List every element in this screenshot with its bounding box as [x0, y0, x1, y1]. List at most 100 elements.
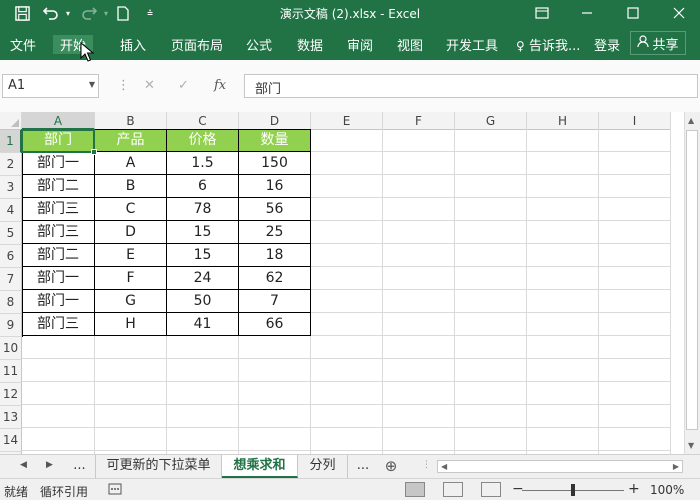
scroll-down-icon[interactable]: ▼	[688, 441, 694, 450]
empty-cell[interactable]	[383, 405, 455, 428]
empty-cell[interactable]	[527, 313, 599, 336]
table-cell[interactable]: 24	[167, 267, 239, 290]
zoom-out-button[interactable]: −	[512, 481, 524, 497]
table-cell[interactable]: 部门一	[22, 152, 95, 175]
empty-cell[interactable]	[239, 428, 311, 451]
empty-cell[interactable]	[455, 336, 527, 359]
column-header-e[interactable]: E	[311, 112, 383, 130]
empty-cell[interactable]	[527, 244, 599, 267]
empty-cell[interactable]	[95, 428, 167, 451]
empty-cell[interactable]	[599, 382, 671, 405]
empty-cell[interactable]	[239, 336, 311, 359]
tab-developer[interactable]: 开发工具	[446, 35, 498, 54]
tab-data[interactable]: 数据	[297, 35, 323, 54]
redo-icon[interactable]	[78, 4, 100, 22]
table-cell[interactable]: D	[95, 221, 167, 244]
empty-cell[interactable]	[527, 267, 599, 290]
table-cell[interactable]: 7	[239, 290, 311, 313]
column-header-f[interactable]: F	[383, 112, 455, 130]
table-cell[interactable]: H	[95, 313, 167, 336]
table-cell[interactable]: B	[95, 175, 167, 198]
sheet-tab-dropdown-menu[interactable]: 可更新的下拉菜单	[96, 455, 222, 478]
empty-cell[interactable]	[455, 152, 527, 175]
empty-cell[interactable]	[167, 428, 239, 451]
scroll-up-icon[interactable]: ▲	[688, 116, 694, 125]
column-header-c[interactable]: C	[167, 112, 239, 130]
empty-cell[interactable]	[383, 359, 455, 382]
empty-cell[interactable]	[527, 336, 599, 359]
row-header-12[interactable]: 12	[0, 383, 22, 406]
undo-icon[interactable]	[40, 4, 62, 22]
row-header-10[interactable]: 10	[0, 337, 22, 360]
empty-cell[interactable]	[455, 244, 527, 267]
column-header-a[interactable]: A	[22, 112, 95, 130]
row-header-5[interactable]: 5	[0, 222, 22, 245]
empty-cell[interactable]	[167, 382, 239, 405]
table-cell[interactable]: 部门三	[22, 313, 95, 336]
empty-cell[interactable]	[311, 221, 383, 244]
empty-cell[interactable]	[455, 175, 527, 198]
table-cell[interactable]: E	[95, 244, 167, 267]
table-cell[interactable]: 部门二	[22, 244, 95, 267]
row-header-11[interactable]: 11	[0, 360, 22, 383]
insert-function-icon[interactable]: fx	[214, 78, 226, 93]
empty-cell[interactable]	[22, 428, 95, 451]
empty-cell[interactable]	[599, 290, 671, 313]
empty-cell[interactable]	[311, 267, 383, 290]
row-header-13[interactable]: 13	[0, 406, 22, 429]
worksheet-grid[interactable]: ABCDEFGHI 123456789101112131415 部门产品价格数量…	[0, 112, 684, 454]
new-file-icon[interactable]	[114, 4, 132, 22]
empty-cell[interactable]	[383, 129, 455, 152]
add-sheet-icon[interactable]: ⊕	[380, 455, 402, 478]
scroll-right-icon[interactable]: ▶	[673, 462, 679, 471]
empty-cell[interactable]	[311, 405, 383, 428]
empty-cell[interactable]	[455, 290, 527, 313]
table-cell[interactable]: 56	[239, 198, 311, 221]
table-cell[interactable]: 1.5	[167, 152, 239, 175]
column-header-i[interactable]: I	[599, 112, 671, 130]
table-cell[interactable]: C	[95, 198, 167, 221]
empty-cell[interactable]	[95, 405, 167, 428]
empty-cell[interactable]	[455, 221, 527, 244]
sheet-tabs-more-left[interactable]: ...	[64, 455, 96, 478]
empty-cell[interactable]	[311, 290, 383, 313]
empty-cell[interactable]	[311, 382, 383, 405]
empty-cell[interactable]	[455, 313, 527, 336]
empty-cell[interactable]	[311, 428, 383, 451]
empty-cell[interactable]	[527, 382, 599, 405]
sheet-tab-multiply-sum[interactable]: 想乘求和	[222, 455, 298, 478]
row-header-8[interactable]: 8	[0, 291, 22, 314]
share-button[interactable]: 共享	[630, 31, 686, 55]
close-icon[interactable]	[664, 2, 694, 24]
customize-icon[interactable]: ⩮	[143, 4, 157, 22]
empty-cell[interactable]	[22, 405, 95, 428]
tab-page-layout[interactable]: 页面布局	[171, 35, 223, 54]
name-box[interactable]: A1 ▼	[2, 74, 99, 98]
tab-view[interactable]: 视图	[397, 35, 423, 54]
row-header-2[interactable]: 2	[0, 153, 22, 176]
empty-cell[interactable]	[455, 382, 527, 405]
empty-cell[interactable]	[527, 359, 599, 382]
empty-cell[interactable]	[167, 405, 239, 428]
empty-cell[interactable]	[95, 382, 167, 405]
table-cell[interactable]: A	[95, 152, 167, 175]
empty-cell[interactable]	[599, 244, 671, 267]
empty-cell[interactable]	[383, 221, 455, 244]
vertical-scroll-thumb[interactable]	[686, 130, 698, 430]
column-header-b[interactable]: B	[95, 112, 167, 130]
empty-cell[interactable]	[527, 129, 599, 152]
empty-cell[interactable]	[311, 175, 383, 198]
empty-cell[interactable]	[599, 152, 671, 175]
tab-home[interactable]: 开始	[53, 35, 94, 54]
empty-cell[interactable]	[527, 175, 599, 198]
row-header-4[interactable]: 4	[0, 199, 22, 222]
row-header-7[interactable]: 7	[0, 268, 22, 291]
table-header-cell[interactable]: 产品	[95, 129, 167, 152]
sheet-tab-text-to-columns[interactable]: 分列	[298, 455, 348, 478]
table-cell[interactable]: 50	[167, 290, 239, 313]
empty-cell[interactable]	[22, 336, 95, 359]
empty-cell[interactable]	[455, 359, 527, 382]
table-cell[interactable]: 16	[239, 175, 311, 198]
empty-cell[interactable]	[455, 428, 527, 451]
table-cell[interactable]: 62	[239, 267, 311, 290]
